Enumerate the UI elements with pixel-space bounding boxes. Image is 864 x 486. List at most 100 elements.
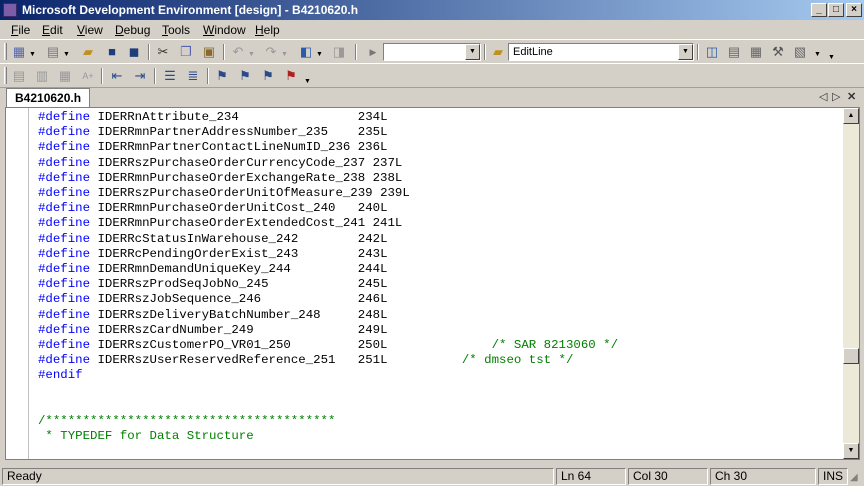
code-line[interactable]: #define IDERRmnPartnerAddressNumber_235 …: [38, 125, 618, 140]
code-editor[interactable]: #define IDERRnAttribute_234 234L #define …: [5, 107, 860, 460]
toolbox-icon[interactable]: ▦: [748, 44, 764, 60]
outdent-icon[interactable]: ⇤: [109, 68, 125, 84]
toolbar-overflow-icon[interactable]: ▼: [828, 54, 835, 61]
code-line[interactable]: [38, 384, 618, 399]
chevron-down-icon[interactable]: ▼: [316, 51, 323, 58]
tab-b4210620-h[interactable]: B4210620.h: [6, 88, 91, 107]
save-all-icon[interactable]: ◼: [126, 44, 142, 60]
next-bookmark-icon[interactable]: ⚑: [237, 68, 253, 84]
code-line[interactable]: #define IDERRmnPurchaseOrderUnitCost_240…: [38, 201, 618, 216]
close-button[interactable]: ×: [846, 3, 862, 17]
clear-bookmarks-icon[interactable]: ⚑: [283, 68, 299, 84]
menu-window[interactable]: Window: [203, 23, 246, 37]
code-line[interactable]: #endif: [38, 368, 618, 383]
find-combo[interactable]: EditLine ▼: [508, 43, 694, 61]
code-line[interactable]: #define IDERRmnPurchaseOrderExchangeRate…: [38, 171, 618, 186]
chevron-down-icon[interactable]: ▼: [29, 51, 36, 58]
add-item-icon[interactable]: ▤: [45, 44, 61, 60]
chevron-down-icon[interactable]: ▼: [678, 44, 693, 60]
code-line[interactable]: #define IDERRmnPartnerContactLineNumID_2…: [38, 140, 618, 155]
code-line[interactable]: #define IDERRszCustomerPO_VR01_250 250L …: [38, 338, 618, 353]
menu-file[interactable]: File: [11, 23, 30, 37]
menu-tools[interactable]: Tools: [162, 23, 190, 37]
app-icon[interactable]: [3, 3, 17, 17]
solution-explorer-icon[interactable]: ◫: [704, 44, 720, 60]
toolbar-separator: [207, 68, 209, 84]
code-line[interactable]: * TYPEDEF for Data Structure: [38, 429, 618, 444]
toolbar-grip[interactable]: [4, 67, 7, 84]
code-line[interactable]: #define IDERRmnPurchaseOrderExtendedCost…: [38, 216, 618, 231]
scrollbar-thumb[interactable]: [843, 348, 859, 364]
solution-config-combo[interactable]: ▼: [383, 43, 481, 61]
code-line[interactable]: #define IDERRszCardNumber_249 249L: [38, 323, 618, 338]
toggle-bookmark-icon[interactable]: ⚑: [214, 68, 230, 84]
complete-word-icon[interactable]: A+: [80, 68, 96, 84]
navigate-forward-icon[interactable]: ◨: [331, 44, 347, 60]
code-line[interactable]: #define IDERRnAttribute_234 234L: [38, 110, 618, 125]
menu-debug[interactable]: Debug: [115, 23, 150, 37]
menu-view[interactable]: View: [77, 23, 103, 37]
undo-icon[interactable]: ↶: [230, 44, 246, 60]
comment-lines-icon[interactable]: ☰: [162, 68, 178, 84]
object-members-icon[interactable]: ▤: [11, 68, 27, 84]
chevron-down-icon[interactable]: ▼: [63, 51, 70, 58]
macro-name: IDERRszCustomerPO_VR01_250: [97, 338, 291, 353]
toolbar-grip[interactable]: [4, 43, 7, 60]
code-line[interactable]: /***************************************: [38, 414, 618, 429]
scroll-up-icon[interactable]: ▲: [843, 108, 859, 124]
code-line[interactable]: #define IDERRszPurchaseOrderUnitOfMeasur…: [38, 186, 618, 201]
open-folder-icon[interactable]: ▰: [80, 44, 96, 60]
save-icon[interactable]: ■: [104, 44, 120, 60]
new-project-icon[interactable]: ▦: [11, 44, 27, 60]
code-line[interactable]: #define IDERRszUserReservedReference_251…: [38, 353, 618, 368]
parameter-info-icon[interactable]: ▥: [34, 68, 50, 84]
status-column: Col 30: [628, 468, 708, 485]
properties-icon[interactable]: ▤: [726, 44, 742, 60]
paste-icon[interactable]: ▣: [201, 44, 217, 60]
menu-edit[interactable]: Edit: [42, 23, 63, 37]
menu-help[interactable]: Help: [255, 23, 280, 37]
preprocessor-keyword: #define: [38, 322, 91, 337]
indent-icon[interactable]: ⇥: [132, 68, 148, 84]
uncomment-lines-icon[interactable]: ≣: [185, 68, 201, 84]
start-icon[interactable]: ▶: [365, 44, 381, 60]
code-line[interactable]: [38, 399, 618, 414]
chevron-down-icon[interactable]: ▼: [248, 51, 255, 58]
redo-icon[interactable]: ↷: [263, 44, 279, 60]
macro-name: IDERRszPurchaseOrderCurrencyCode_237: [97, 155, 366, 170]
previous-bookmark-icon[interactable]: ⚑: [260, 68, 276, 84]
macro-value: 246L: [357, 292, 388, 307]
navigate-backward-icon[interactable]: ◧: [298, 44, 314, 60]
toolbar-separator: [484, 44, 486, 60]
tab-scroll-right-icon[interactable]: ▷: [832, 90, 840, 104]
code-line[interactable]: #define IDERRszDeliveryBatchNumber_248 2…: [38, 308, 618, 323]
code-line[interactable]: #define IDERRcPendingOrderExist_243 243L: [38, 247, 618, 262]
maximize-button[interactable]: □: [828, 3, 844, 17]
macro-value: 235L: [357, 125, 388, 140]
toolbar-overflow-icon[interactable]: ▼: [304, 78, 311, 85]
minimize-button[interactable]: _: [811, 3, 827, 17]
chevron-down-icon[interactable]: ▼: [814, 51, 821, 58]
code-line[interactable]: #define IDERRszProdSeqJobNo_245 245L: [38, 277, 618, 292]
quick-info-icon[interactable]: ▦: [57, 68, 73, 84]
code-line[interactable]: #define IDERRmnDemandUniqueKey_244 244L: [38, 262, 618, 277]
close-document-icon[interactable]: ✕: [847, 90, 856, 104]
code-line[interactable]: #define IDERRszJobSequence_246 246L: [38, 292, 618, 307]
preprocessor-keyword: #define: [38, 170, 91, 185]
code-line[interactable]: #define IDERRcStatusInWarehouse_242 242L: [38, 232, 618, 247]
resize-grip-icon[interactable]: ◢: [850, 472, 862, 484]
cut-icon[interactable]: ✂: [155, 44, 171, 60]
macro-value: 240L: [357, 201, 388, 216]
vertical-scrollbar[interactable]: ▲ ▼: [843, 108, 859, 459]
toolbar-separator: [101, 68, 103, 84]
scroll-down-icon[interactable]: ▼: [843, 443, 859, 459]
code-text[interactable]: #define IDERRnAttribute_234 234L #define …: [38, 110, 618, 444]
chevron-down-icon[interactable]: ▼: [465, 44, 480, 60]
tools-icon[interactable]: ⚒: [770, 44, 786, 60]
class-view-icon[interactable]: ▧: [792, 44, 808, 60]
find-in-files-icon[interactable]: ▰: [490, 44, 506, 60]
tab-scroll-left-icon[interactable]: ◁: [819, 90, 827, 104]
chevron-down-icon[interactable]: ▼: [281, 51, 288, 58]
copy-icon[interactable]: ❐: [178, 44, 194, 60]
code-line[interactable]: #define IDERRszPurchaseOrderCurrencyCode…: [38, 156, 618, 171]
